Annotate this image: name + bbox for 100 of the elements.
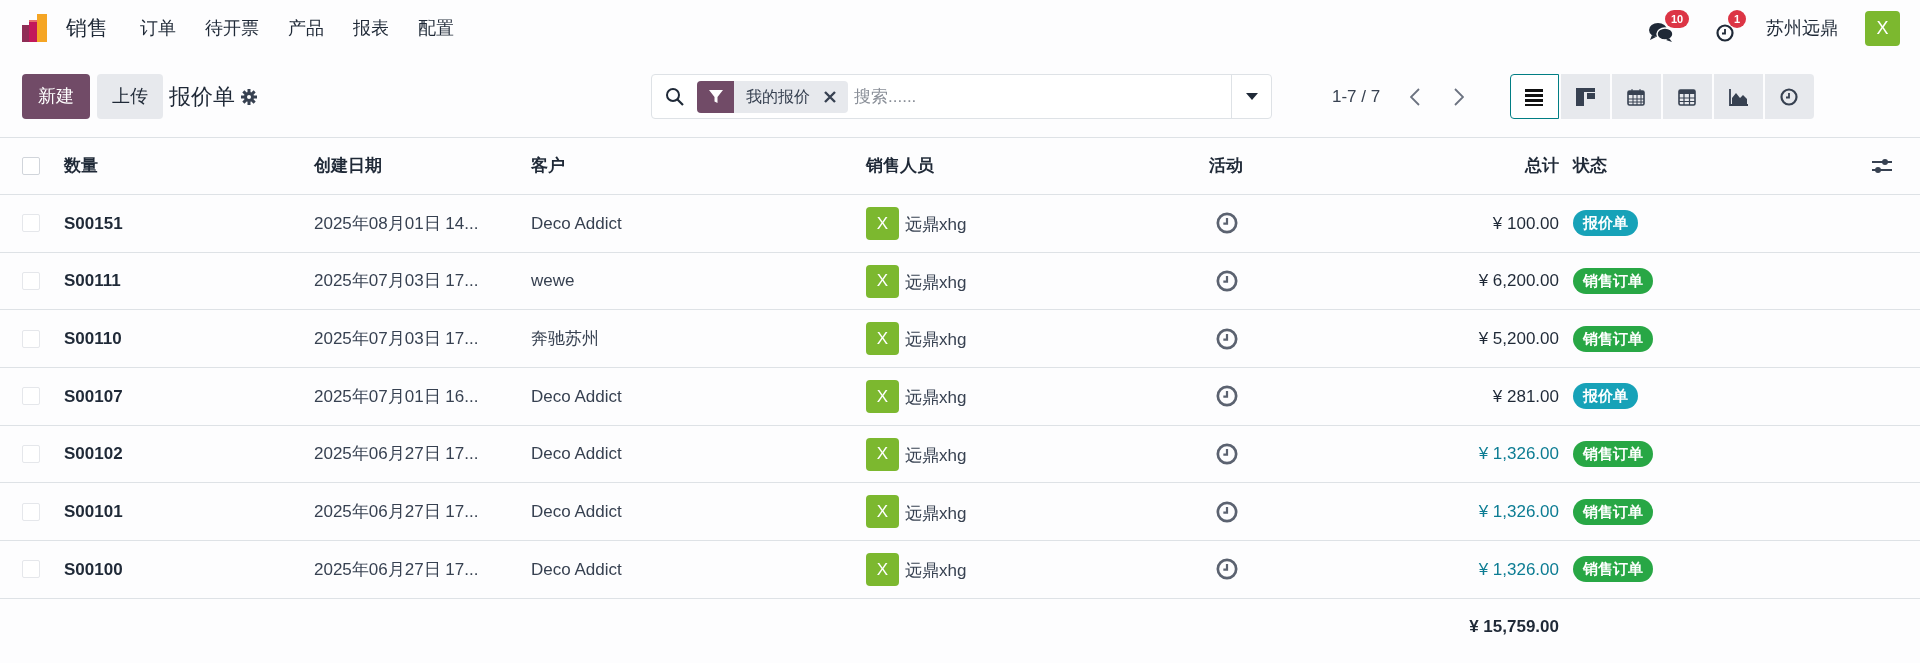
status-badge: 销售订单 [1573, 268, 1653, 295]
customer-cell-text: Deco Addict [531, 501, 622, 524]
clock-icon [1716, 24, 1734, 42]
checkbox[interactable] [22, 560, 40, 579]
checkbox[interactable] [22, 502, 40, 521]
order-number: S00107 [64, 385, 123, 408]
date-cell-text: 2025年07月01日 16... [314, 385, 479, 408]
clock-icon [1216, 327, 1238, 350]
count-badge: 10 [1665, 10, 1690, 28]
page-title: 报价单 [169, 83, 235, 111]
menu-item[interactable]: 配置 [418, 14, 454, 42]
view-switch-button[interactable] [1714, 74, 1764, 119]
user-avatar: X [866, 206, 899, 240]
salesperson-name: 远鼎xhg [905, 502, 967, 525]
chevron-left-icon [1410, 87, 1421, 106]
customer-cell-text: Deco Addict [531, 558, 622, 581]
view-switch-button[interactable] [1510, 74, 1560, 119]
customer-cell-text: Deco Addict [531, 212, 622, 235]
user-avatar: X [866, 437, 899, 471]
view-switch-button[interactable] [1663, 74, 1713, 119]
column-header[interactable]: 数量 [64, 153, 314, 179]
clock-icon [1216, 212, 1238, 235]
order-number: S00111 [64, 270, 121, 293]
date-cell-text: 2025年06月27日 17... [314, 501, 479, 524]
total-cell-text: ¥ 5,200.00 [1478, 327, 1559, 350]
column-header[interactable]: 创建日期 [314, 153, 531, 179]
app-name[interactable]: 销售 [66, 12, 108, 44]
total-cell-text: ¥ 281.00 [1492, 385, 1559, 408]
search-icon [665, 86, 685, 107]
column-header[interactable]: 活动 [1209, 153, 1309, 179]
order-number: S00110 [64, 327, 122, 350]
checkbox[interactable] [22, 157, 40, 175]
facet-label: 我的报价 [746, 86, 810, 107]
salesperson-name: 远鼎xhg [905, 329, 967, 352]
company-name: 苏州远鼎 [1766, 16, 1838, 40]
menu-item[interactable]: 待开票 [205, 14, 259, 42]
order-number: S00151 [64, 212, 123, 235]
checkbox[interactable] [22, 387, 40, 406]
view-switch-button[interactable] [1612, 74, 1662, 119]
filter-facet[interactable]: 我的报价 [697, 80, 848, 113]
activities-button[interactable]: 1 [1716, 10, 1748, 46]
calendar-icon [1627, 87, 1647, 106]
clock-icon [1780, 87, 1800, 106]
salesperson-name: 远鼎xhg [905, 560, 967, 583]
list-icon [1525, 87, 1545, 106]
upload-button[interactable]: 上传 [97, 74, 163, 119]
view-switch-button[interactable] [1765, 74, 1815, 119]
status-badge: 销售订单 [1573, 441, 1653, 468]
user-avatar: X [866, 264, 899, 298]
salesperson-name: 远鼎xhg [905, 444, 967, 467]
search-bar[interactable]: 我的报价 搜索...... [651, 74, 1272, 119]
status-badge: 报价单 [1573, 210, 1638, 237]
status-badge: 销售订单 [1573, 556, 1653, 583]
menu-item[interactable]: 报表 [353, 14, 389, 42]
menu-item[interactable]: 订单 [140, 14, 176, 42]
close-icon [824, 90, 836, 103]
clock-icon [1216, 385, 1238, 408]
pager-value: 1-7 / 7 [1332, 85, 1381, 108]
checkbox[interactable] [22, 445, 40, 464]
app-logo-icon [20, 13, 50, 43]
clock-icon [1216, 558, 1238, 581]
funnel-icon [708, 89, 723, 104]
column-header[interactable]: 销售人员 [866, 153, 1209, 179]
customer-cell-text: 奔驰苏州 [531, 327, 599, 350]
order-number: S00100 [64, 558, 123, 581]
gear-icon [241, 88, 257, 105]
order-number: S00102 [64, 443, 123, 466]
date-cell-text: 2025年07月03日 17... [314, 327, 479, 350]
user-avatar: X [866, 322, 899, 356]
status-badge: 销售订单 [1573, 325, 1653, 352]
status-badge: 报价单 [1573, 383, 1638, 410]
column-header[interactable]: 总计 [1309, 153, 1559, 179]
checkbox[interactable] [22, 329, 40, 348]
total-cell-text: ¥ 100.00 [1492, 212, 1559, 235]
customer-cell-text: Deco Addict [531, 385, 622, 408]
checkbox[interactable] [22, 272, 40, 291]
user-avatar: X [866, 379, 899, 413]
column-header[interactable]: 状态 [1573, 153, 1872, 179]
menu-item[interactable]: 产品 [288, 14, 324, 42]
customer-cell-text: Deco Addict [531, 443, 622, 466]
messages-button[interactable]: 10 [1648, 10, 1690, 46]
user-avatar: X [866, 495, 899, 529]
date-cell-text: 2025年07月03日 17... [314, 270, 479, 293]
date-cell-text: 2025年06月27日 17... [314, 558, 479, 581]
clock-icon [1216, 270, 1238, 293]
customer-cell-text: wewe [531, 270, 575, 293]
salesperson-name: 远鼎xhg [905, 214, 967, 237]
column-header[interactable]: 客户 [531, 153, 866, 179]
clock-icon [1216, 500, 1238, 523]
total-cell-text: ¥ 1,326.00 [1478, 443, 1559, 466]
new-button[interactable]: 新建 [22, 74, 90, 119]
total-cell-text: ¥ 6,200.00 [1478, 270, 1559, 293]
kanban-icon [1576, 87, 1596, 106]
checkbox[interactable] [22, 214, 40, 233]
clock-icon [1216, 443, 1238, 466]
user-avatar: X [866, 552, 899, 586]
count-badge: 1 [1728, 10, 1747, 28]
salesperson-name: 远鼎xhg [905, 387, 967, 410]
order-number: S00101 [64, 501, 123, 524]
view-switch-button[interactable] [1561, 74, 1611, 119]
